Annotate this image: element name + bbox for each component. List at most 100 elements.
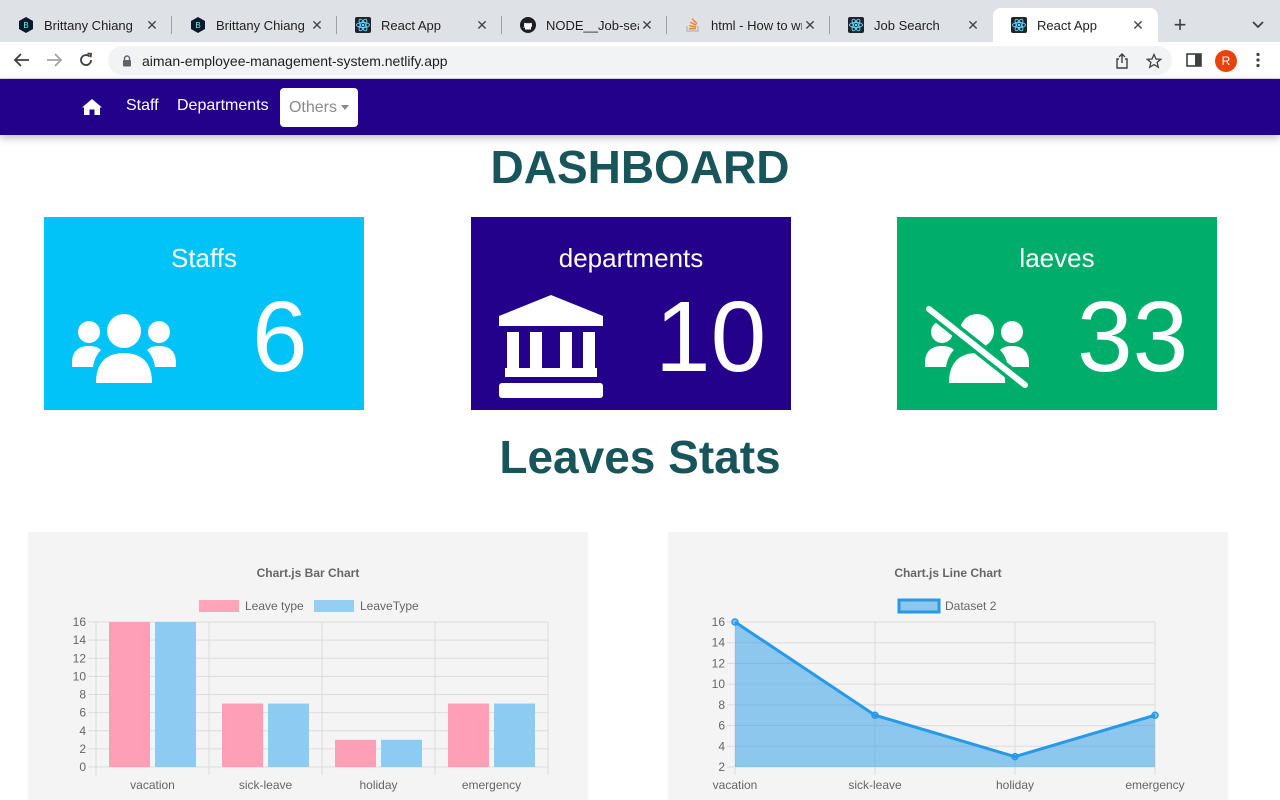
x-tick-label: sick-leave: [239, 778, 293, 792]
leaves-count: 33: [1077, 281, 1189, 393]
tab-title: Brittany Chiang: [44, 17, 133, 33]
leaves-card[interactable]: laeves 33: [897, 217, 1217, 410]
react-icon: [355, 17, 371, 33]
tab-title: NODE__Job-searc: [546, 17, 639, 33]
tab-title: Brittany Chiang: [216, 17, 305, 33]
hexagon-b-icon: B: [18, 17, 34, 33]
chevron-down-icon[interactable]: [1246, 13, 1270, 37]
profile-avatar[interactable]: R: [1215, 50, 1237, 72]
users-icon: [72, 311, 176, 390]
y-tick-label: 14: [712, 636, 726, 650]
x-tick-label: emergency: [462, 778, 521, 792]
x-tick-label: holiday: [359, 778, 397, 792]
x-tick-label: emergency: [1125, 778, 1184, 792]
y-tick-label: 12: [712, 656, 726, 670]
chart-title: Chart.js Line Chart: [894, 566, 1001, 580]
new-tab-plus-icon[interactable]: +: [1168, 12, 1192, 37]
url-text: aiman-employee-management-system.netlify…: [142, 52, 448, 69]
browser-tab[interactable]: B Brittany Chiang ✕: [0, 8, 172, 42]
y-tick-label: 8: [718, 698, 725, 712]
users-slash-icon: [922, 302, 1032, 394]
close-icon[interactable]: ✕: [965, 17, 981, 33]
hexagon-b-icon: B: [190, 17, 206, 33]
browser-tab[interactable]: B Brittany Chiang ✕: [172, 8, 337, 42]
reload-icon[interactable]: [74, 48, 98, 72]
tab-title: Job Search: [874, 17, 940, 33]
nav-link-staff[interactable]: Staff: [126, 97, 159, 115]
back-arrow-icon[interactable]: [10, 48, 34, 72]
bar: [155, 622, 196, 767]
line-chart: 2 4 6 8 10 12 14 16 vacation sick-leave holiday eme…: [712, 566, 1185, 792]
card-label: Staffs: [170, 243, 237, 273]
address-bar[interactable]: aiman-employee-management-system.netlify…: [108, 46, 1172, 75]
tab-title: React App: [381, 17, 441, 33]
x-tick-label: holiday: [996, 778, 1034, 792]
star-icon[interactable]: [1146, 53, 1162, 69]
x-tick-label: vacation: [713, 778, 758, 792]
y-tick-label: 6: [718, 719, 725, 733]
react-icon: [848, 17, 864, 33]
departments-count: 10: [655, 281, 767, 393]
app-navbar: Staff Departments Others: [0, 79, 1280, 135]
others-dropdown-label: Others: [288, 98, 337, 116]
y-tick-label: 16: [73, 615, 87, 629]
close-icon[interactable]: ✕: [802, 17, 818, 33]
others-dropdown[interactable]: Others: [280, 88, 358, 127]
close-icon[interactable]: ✕: [474, 17, 490, 33]
legend-swatch: [897, 598, 941, 614]
y-tick-label: 10: [73, 669, 87, 683]
data-point: [731, 618, 739, 626]
browser-tab-strip: B Brittany Chiang ✕ B Brittany Chiang ✕ …: [0, 0, 1280, 42]
legend-swatch: [314, 600, 354, 612]
y-tick-label: 10: [712, 677, 726, 691]
side-panel-icon[interactable]: [1182, 48, 1206, 72]
caret-down-icon: [341, 105, 349, 110]
browser-tab-active[interactable]: React App ✕: [993, 8, 1158, 42]
y-tick-label: 8: [79, 688, 86, 702]
home-icon[interactable]: [81, 98, 103, 116]
y-tick-label: 14: [73, 633, 87, 647]
browser-tab[interactable]: React App ✕: [337, 8, 502, 42]
chart-title: Chart.js Bar Chart: [257, 566, 360, 580]
y-tick-label: 2: [79, 742, 86, 756]
tab-title: html - How to wra: [711, 17, 802, 33]
bar: [109, 622, 150, 767]
y-tick-label: 4: [79, 724, 86, 738]
data-point: [1151, 711, 1159, 719]
lock-icon[interactable]: [120, 54, 134, 68]
bar: [381, 739, 422, 767]
kebab-menu-icon[interactable]: [1246, 48, 1270, 72]
y-tick-label: 6: [79, 706, 86, 720]
y-tick-label: 12: [73, 651, 87, 665]
x-tick-label: sick-leave: [848, 778, 902, 792]
y-tick-label: 4: [718, 739, 725, 753]
bar: [335, 739, 376, 767]
close-icon[interactable]: ✕: [639, 17, 655, 33]
forward-arrow-icon[interactable]: [42, 48, 66, 72]
nav-link-departments[interactable]: Departments: [177, 97, 269, 115]
close-icon[interactable]: ✕: [144, 17, 160, 33]
y-tick-label: 2: [718, 760, 725, 774]
github-icon: [520, 17, 536, 33]
x-tick-label: vacation: [130, 778, 175, 792]
stackoverflow-icon: [685, 17, 701, 33]
browser-tab[interactable]: html - How to wra ✕: [667, 8, 830, 42]
bar: [494, 703, 535, 767]
building-columns-icon: [498, 294, 604, 405]
browser-tab[interactable]: NODE__Job-searc ✕: [502, 8, 667, 42]
staffs-card[interactable]: Staffs 6: [44, 217, 364, 410]
departments-card[interactable]: departments 10: [471, 217, 791, 410]
close-icon[interactable]: ✕: [1130, 17, 1146, 33]
staffs-count: 6: [252, 281, 308, 393]
y-tick-label: 16: [712, 615, 726, 629]
section-title: Leaves Stats: [499, 431, 781, 483]
share-icon[interactable]: [1114, 53, 1130, 69]
data-point: [1011, 752, 1019, 761]
bar-chart: 0 2 4 6 8 10 12 14 16 vacation sick-leave holiday em…: [73, 566, 549, 792]
browser-tab[interactable]: Job Search ✕: [830, 8, 993, 42]
close-icon[interactable]: ✕: [309, 17, 325, 33]
bar: [222, 703, 263, 767]
bar: [268, 703, 309, 767]
bar-chart-panel: 0 2 4 6 8 10 12 14 16 vacation sick-leave holiday em…: [28, 532, 588, 800]
svg-text:B: B: [195, 21, 200, 30]
